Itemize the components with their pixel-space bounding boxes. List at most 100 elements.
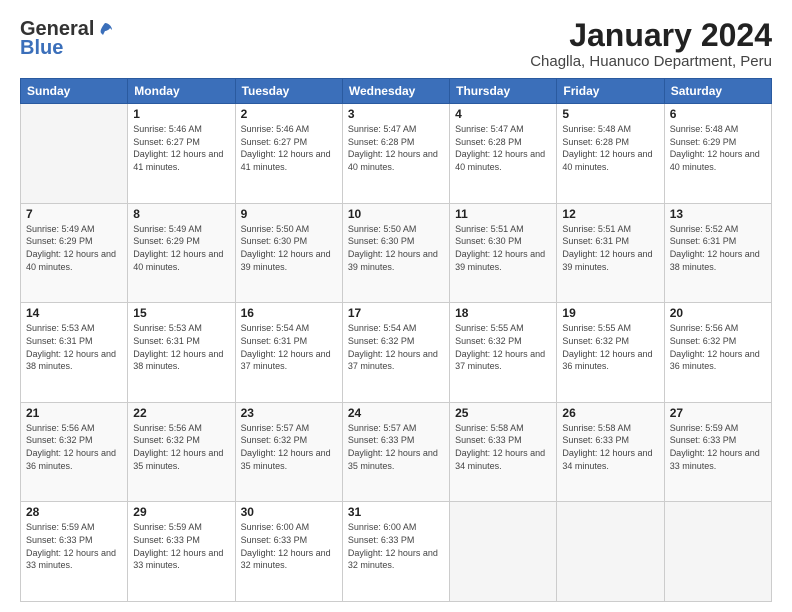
table-row: 12Sunrise: 5:51 AMSunset: 6:31 PMDayligh… — [557, 203, 664, 303]
day-number: 5 — [562, 107, 658, 121]
table-row: 20 Sunrise: 5:56 AMSunset: 6:32 PMDayligh… — [664, 303, 771, 403]
day-number: 15 — [133, 306, 229, 320]
day-number: 27 — [670, 406, 766, 420]
day-info: Sunrise: 5:49 AMSunset: 6:29 PMDaylight:… — [26, 223, 122, 273]
day-number: 21 — [26, 406, 122, 420]
table-row: 24 Sunrise: 5:57 AMSunset: 6:33 PMDayligh… — [342, 402, 449, 502]
day-info: Sunrise: 5:59 AMSunset: 6:33 PMDaylight:… — [670, 422, 766, 472]
day-info: Sunrise: 5:56 AMSunset: 6:32 PMDaylight:… — [133, 422, 229, 472]
day-info: Sunrise: 5:56 AMSunset: 6:32 PMDaylight:… — [26, 422, 122, 472]
day-info: Sunrise: 5:56 AMSunset: 6:32 PMDaylight:… — [670, 322, 766, 372]
day-number: 2 — [241, 107, 337, 121]
day-info: Sunrise: 5:46 AMSunset: 6:27 PMDaylight:… — [133, 123, 229, 173]
calendar-header-row: Sunday Monday Tuesday Wednesday Thursday… — [21, 79, 772, 104]
day-info: Sunrise: 5:50 AMSunset: 6:30 PMDaylight:… — [241, 223, 337, 273]
day-info: Sunrise: 5:59 AMSunset: 6:33 PMDaylight:… — [133, 521, 229, 571]
day-info: Sunrise: 5:47 AMSunset: 6:28 PMDaylight:… — [348, 123, 444, 173]
day-info: Sunrise: 5:54 AMSunset: 6:32 PMDaylight:… — [348, 322, 444, 372]
day-number: 6 — [670, 107, 766, 121]
table-row: 27 Sunrise: 5:59 AMSunset: 6:33 PMDayligh… — [664, 402, 771, 502]
day-info: Sunrise: 5:58 AMSunset: 6:33 PMDaylight:… — [562, 422, 658, 472]
day-info: Sunrise: 5:48 AMSunset: 6:29 PMDaylight:… — [670, 123, 766, 173]
day-number: 1 — [133, 107, 229, 121]
day-info: Sunrise: 5:55 AMSunset: 6:32 PMDaylight:… — [562, 322, 658, 372]
table-row: 11 Sunrise: 5:51 AMSunset: 6:30 PMDayligh… — [450, 203, 557, 303]
day-number: 22 — [133, 406, 229, 420]
day-number: 11 — [455, 207, 551, 221]
day-number: 17 — [348, 306, 444, 320]
logo-bird-icon — [96, 21, 114, 39]
day-info: Sunrise: 5:57 AMSunset: 6:33 PMDaylight:… — [348, 422, 444, 472]
table-row: 15 Sunrise: 5:53 AMSunset: 6:31 PMDayligh… — [128, 303, 235, 403]
table-row: 2Sunrise: 5:46 AMSunset: 6:27 PMDaylight… — [235, 104, 342, 204]
day-info: Sunrise: 6:00 AMSunset: 6:33 PMDaylight:… — [241, 521, 337, 571]
table-row: 25 Sunrise: 5:58 AMSunset: 6:33 PMDayligh… — [450, 402, 557, 502]
logo: General Blue — [20, 18, 114, 60]
day-info: Sunrise: 5:50 AMSunset: 6:30 PMDaylight:… — [348, 223, 444, 273]
day-number: 9 — [241, 207, 337, 221]
table-row: 29 Sunrise: 5:59 AMSunset: 6:33 PMDayligh… — [128, 502, 235, 602]
title-block: January 2024 Chaglla, Huanuco Department… — [530, 18, 772, 70]
day-number: 25 — [455, 406, 551, 420]
day-info: Sunrise: 5:55 AMSunset: 6:32 PMDaylight:… — [455, 322, 551, 372]
logo-blue: Blue — [20, 37, 63, 60]
day-info: Sunrise: 5:47 AMSunset: 6:28 PMDaylight:… — [455, 123, 551, 173]
table-row: 6 Sunrise: 5:48 AMSunset: 6:29 PMDaylight… — [664, 104, 771, 204]
day-info: Sunrise: 5:59 AMSunset: 6:33 PMDaylight:… — [26, 521, 122, 571]
col-wednesday: Wednesday — [342, 79, 449, 104]
header: General Blue January 2024 Chaglla, Huanu… — [20, 18, 772, 70]
day-number: 23 — [241, 406, 337, 420]
day-info: Sunrise: 5:53 AMSunset: 6:31 PMDaylight:… — [26, 322, 122, 372]
table-row: 1 Sunrise: 5:46 AMSunset: 6:27 PMDaylight… — [128, 104, 235, 204]
day-info: Sunrise: 5:48 AMSunset: 6:28 PMDaylight:… — [562, 123, 658, 173]
day-info: Sunrise: 5:52 AMSunset: 6:31 PMDaylight:… — [670, 223, 766, 273]
day-info: Sunrise: 5:49 AMSunset: 6:29 PMDaylight:… — [133, 223, 229, 273]
day-number: 13 — [670, 207, 766, 221]
day-number: 3 — [348, 107, 444, 121]
day-number: 7 — [26, 207, 122, 221]
day-info: Sunrise: 6:00 AMSunset: 6:33 PMDaylight:… — [348, 521, 444, 571]
table-row: 30 Sunrise: 6:00 AMSunset: 6:33 PMDayligh… — [235, 502, 342, 602]
table-row: 26Sunrise: 5:58 AMSunset: 6:33 PMDayligh… — [557, 402, 664, 502]
day-number: 19 — [562, 306, 658, 320]
day-number: 20 — [670, 306, 766, 320]
day-number: 29 — [133, 505, 229, 519]
table-row: 19 Sunrise: 5:55 AMSunset: 6:32 PMDayligh… — [557, 303, 664, 403]
table-row — [664, 502, 771, 602]
table-row: 10 Sunrise: 5:50 AMSunset: 6:30 PMDayligh… — [342, 203, 449, 303]
day-number: 18 — [455, 306, 551, 320]
col-friday: Friday — [557, 79, 664, 104]
day-number: 10 — [348, 207, 444, 221]
table-row: 22 Sunrise: 5:56 AMSunset: 6:32 PMDayligh… — [128, 402, 235, 502]
day-number: 14 — [26, 306, 122, 320]
table-row — [21, 104, 128, 204]
col-sunday: Sunday — [21, 79, 128, 104]
calendar-table: Sunday Monday Tuesday Wednesday Thursday… — [20, 78, 772, 602]
col-tuesday: Tuesday — [235, 79, 342, 104]
day-info: Sunrise: 5:53 AMSunset: 6:31 PMDaylight:… — [133, 322, 229, 372]
day-number: 4 — [455, 107, 551, 121]
day-number: 31 — [348, 505, 444, 519]
day-number: 24 — [348, 406, 444, 420]
col-monday: Monday — [128, 79, 235, 104]
day-info: Sunrise: 5:51 AMSunset: 6:30 PMDaylight:… — [455, 223, 551, 273]
day-number: 28 — [26, 505, 122, 519]
col-saturday: Saturday — [664, 79, 771, 104]
table-row: 9 Sunrise: 5:50 AMSunset: 6:30 PMDaylight… — [235, 203, 342, 303]
table-row: 7 Sunrise: 5:49 AMSunset: 6:29 PMDaylight… — [21, 203, 128, 303]
day-info: Sunrise: 5:58 AMSunset: 6:33 PMDaylight:… — [455, 422, 551, 472]
day-number: 16 — [241, 306, 337, 320]
day-number: 30 — [241, 505, 337, 519]
table-row: 3 Sunrise: 5:47 AMSunset: 6:28 PMDaylight… — [342, 104, 449, 204]
table-row: 13 Sunrise: 5:52 AMSunset: 6:31 PMDayligh… — [664, 203, 771, 303]
table-row: 17 Sunrise: 5:54 AMSunset: 6:32 PMDayligh… — [342, 303, 449, 403]
table-row: 21 Sunrise: 5:56 AMSunset: 6:32 PMDayligh… — [21, 402, 128, 502]
table-row: 28 Sunrise: 5:59 AMSunset: 6:33 PMDayligh… — [21, 502, 128, 602]
calendar-title: January 2024 — [530, 18, 772, 53]
day-info: Sunrise: 5:57 AMSunset: 6:32 PMDaylight:… — [241, 422, 337, 472]
page: General Blue January 2024 Chaglla, Huanu… — [0, 0, 792, 612]
table-row: 23 Sunrise: 5:57 AMSunset: 6:32 PMDayligh… — [235, 402, 342, 502]
day-number: 8 — [133, 207, 229, 221]
table-row: 5 Sunrise: 5:48 AMSunset: 6:28 PMDaylight… — [557, 104, 664, 204]
table-row: 14 Sunrise: 5:53 AMSunset: 6:31 PMDayligh… — [21, 303, 128, 403]
